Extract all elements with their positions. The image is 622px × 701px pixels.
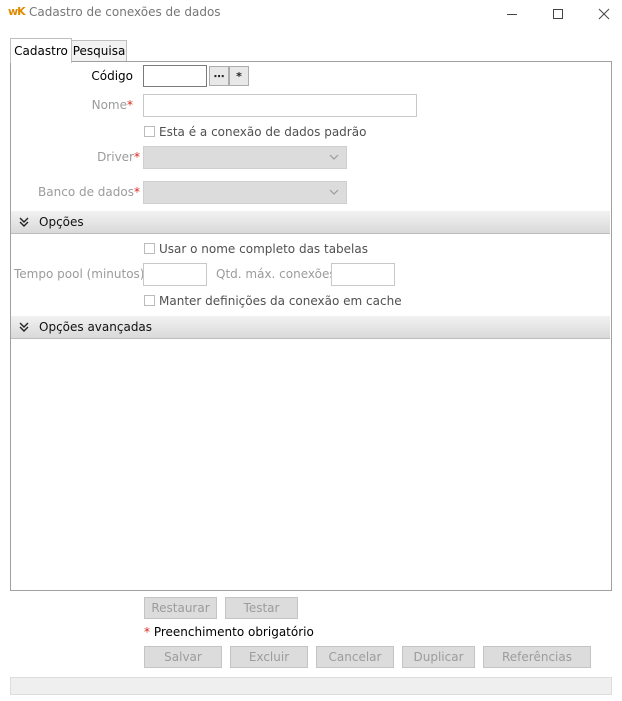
nome-label-text: Nome — [91, 98, 127, 112]
maximize-icon — [553, 9, 563, 19]
manter-cache-label: Manter definições da conexão em cache — [159, 294, 402, 308]
close-button[interactable] — [581, 0, 622, 28]
banco-select[interactable] — [143, 181, 347, 204]
app-logo: wK — [8, 5, 26, 18]
codigo-input[interactable] — [143, 65, 207, 87]
tab-pesquisa-label: Pesquisa — [72, 44, 126, 58]
chevron-down-icon — [329, 189, 339, 195]
collapse-double-chevron-icon — [19, 217, 29, 227]
asterisk-icon: * — [236, 69, 242, 83]
codigo-label: Código — [91, 69, 133, 83]
driver-label-text: Driver — [97, 150, 134, 164]
banco-label-text: Banco de dados — [38, 185, 134, 199]
maximize-button[interactable] — [535, 0, 581, 28]
padrao-checkbox[interactable] — [144, 126, 155, 137]
tempo-pool-label: Tempo pool (minutos) — [14, 267, 145, 281]
required-mark: * — [134, 150, 140, 164]
ellipsis-icon: ⋯ — [213, 69, 225, 83]
nome-input[interactable] — [143, 94, 417, 117]
minimize-button[interactable] — [489, 0, 535, 28]
chevron-down-icon — [329, 154, 339, 160]
cancelar-button[interactable]: Cancelar — [316, 646, 394, 668]
tab-cadastro[interactable]: Cadastro — [10, 38, 72, 63]
close-icon — [598, 8, 610, 20]
codigo-new-button[interactable]: * — [229, 66, 249, 86]
nome-label: Nome* — [60, 98, 133, 112]
driver-label: Driver* — [40, 150, 140, 164]
tempo-pool-input[interactable] — [143, 263, 207, 286]
required-legend: * Preenchimento obrigatório — [144, 625, 314, 639]
restaurar-button[interactable]: Restaurar — [144, 597, 217, 619]
collapse-double-chevron-icon — [19, 322, 29, 332]
section-avancadas-header[interactable]: Opções avançadas — [11, 316, 610, 339]
status-bar — [10, 677, 612, 695]
nome-completo-checkbox[interactable] — [144, 243, 155, 254]
section-avancadas-title: Opções avançadas — [39, 320, 153, 334]
qtd-max-label: Qtd. máx. conexões — [216, 267, 336, 281]
required-legend-mark: * — [144, 625, 150, 639]
tab-cadastro-label: Cadastro — [14, 44, 68, 58]
excluir-button[interactable]: Excluir — [230, 646, 308, 668]
section-opcoes-header[interactable]: Opções — [11, 211, 610, 234]
minimize-icon — [507, 14, 517, 15]
codigo-lookup-button[interactable]: ⋯ — [209, 66, 229, 86]
title-bar: wK Cadastro de conexões de dados — [0, 0, 622, 28]
tab-pesquisa[interactable]: Pesquisa — [71, 40, 127, 61]
testar-button[interactable]: Testar — [225, 597, 298, 619]
padrao-checkbox-label: Esta é a conexão de dados padrão — [159, 125, 367, 139]
referencias-button[interactable]: Referências — [483, 646, 591, 668]
required-mark: * — [134, 185, 140, 199]
qtd-max-input[interactable] — [331, 263, 395, 286]
window-title: Cadastro de conexões de dados — [29, 5, 221, 19]
manter-cache-checkbox[interactable] — [144, 295, 155, 306]
salvar-button[interactable]: Salvar — [144, 646, 222, 668]
duplicar-button[interactable]: Duplicar — [402, 646, 475, 668]
banco-label: Banco de dados* — [20, 185, 140, 199]
nome-completo-label: Usar o nome completo das tabelas — [159, 242, 368, 256]
section-opcoes-title: Opções — [39, 215, 84, 229]
required-legend-text: Preenchimento obrigatório — [153, 625, 314, 639]
required-mark: * — [127, 98, 133, 112]
driver-select[interactable] — [143, 146, 347, 169]
